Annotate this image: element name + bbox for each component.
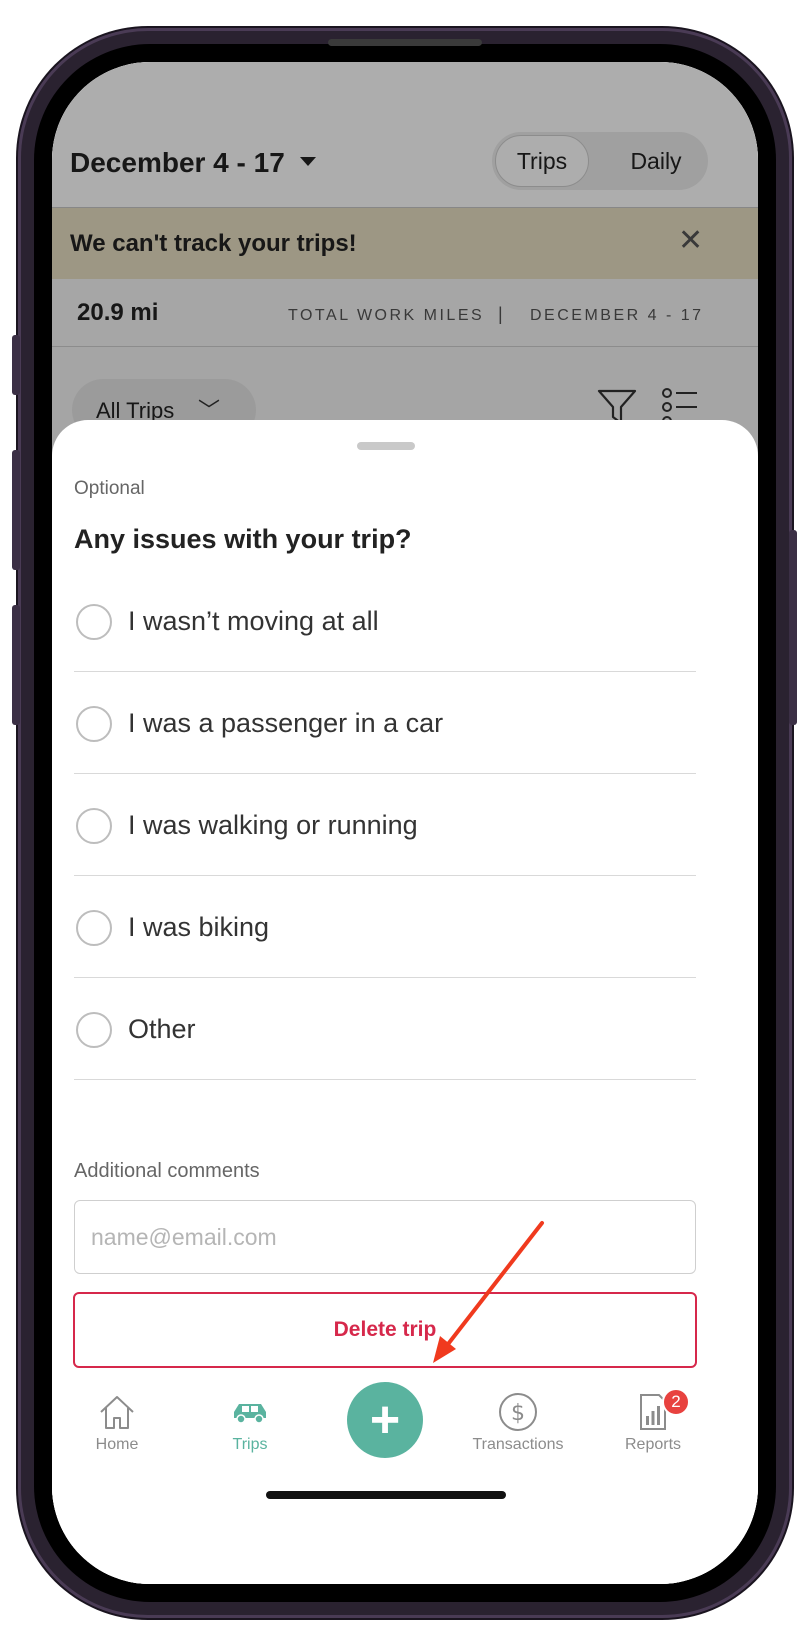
silent-switch (12, 335, 20, 395)
svg-text:$: $ (511, 1401, 525, 1426)
issue-option[interactable]: I was walking or running (74, 774, 696, 876)
radio-button[interactable] (76, 604, 112, 640)
issue-option-label: I wasn’t moving at all (128, 606, 379, 636)
speaker-grille (328, 39, 482, 46)
tab-trips-label: Trips (232, 1436, 268, 1453)
issue-option[interactable]: I wasn’t moving at all (74, 570, 696, 672)
dollar-icon: $ (499, 1393, 537, 1431)
issue-option[interactable]: I was a passenger in a car (74, 672, 696, 774)
radio-button[interactable] (76, 808, 112, 844)
issue-option-label: Other (128, 1014, 196, 1044)
tab-trips[interactable]: Trips (185, 1392, 315, 1472)
bottom-tab-bar: Home Trips + $ Transactions 2 Reports (52, 1372, 758, 1584)
add-button[interactable]: + (347, 1382, 423, 1458)
reports-badge: 2 (662, 1388, 690, 1416)
issue-option-label: I was walking or running (128, 810, 418, 840)
issue-option-label: I was a passenger in a car (128, 708, 444, 738)
optional-label: Optional (74, 478, 145, 499)
sheet-question: Any issues with your trip? (74, 524, 412, 554)
comments-label: Additional comments (74, 1160, 260, 1182)
tab-home[interactable]: Home (52, 1392, 182, 1472)
plus-icon: + (369, 1391, 401, 1449)
tab-transactions[interactable]: $ Transactions (453, 1392, 583, 1472)
issue-option[interactable]: Other (74, 978, 696, 1080)
tab-home-label: Home (95, 1436, 139, 1453)
radio-button[interactable] (76, 910, 112, 946)
issue-option-label: I was biking (128, 912, 270, 942)
tab-transactions-label: Transactions (472, 1436, 564, 1453)
tab-reports[interactable]: 2 Reports (588, 1388, 718, 1472)
volume-up-button (12, 450, 20, 570)
home-indicator (266, 1491, 506, 1499)
home-icon (100, 1396, 134, 1429)
comments-input[interactable] (74, 1200, 696, 1274)
issue-option[interactable]: I was biking (74, 876, 696, 978)
side-button (789, 530, 797, 725)
radio-button[interactable] (76, 706, 112, 742)
tab-reports-label: Reports (624, 1436, 682, 1453)
screen: December 4 - 17 Trips Daily We can't tra… (52, 62, 758, 1584)
sheet-grabber[interactable] (357, 442, 415, 450)
car-icon (234, 1404, 266, 1424)
delete-trip-button[interactable]: Delete trip (73, 1292, 697, 1368)
radio-button[interactable] (76, 1012, 112, 1048)
volume-down-button (12, 605, 20, 725)
